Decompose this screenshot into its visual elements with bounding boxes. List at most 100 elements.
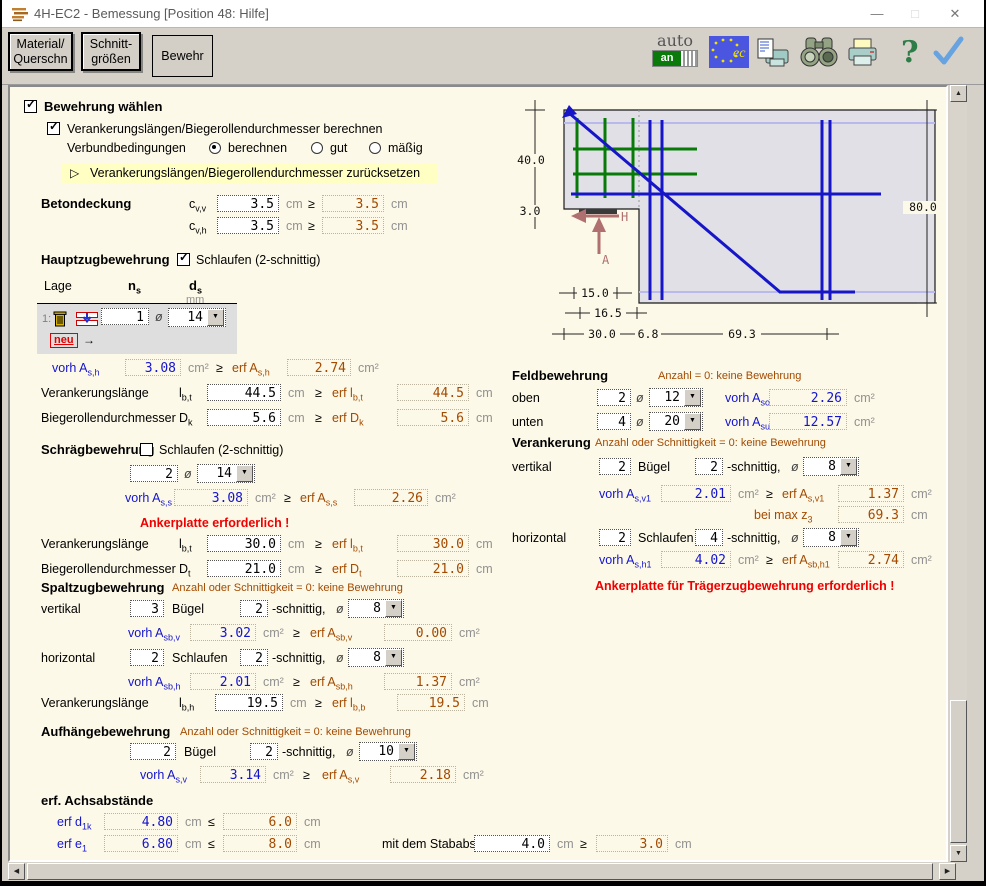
auto-state-switch[interactable]: an: [652, 50, 698, 67]
search-binoculars-button[interactable]: [798, 36, 840, 73]
radio-maessig[interactable]: [369, 142, 381, 154]
add-row-button[interactable]: neu: [50, 333, 78, 348]
dropdown-arrow-icon[interactable]: ▼: [398, 743, 415, 760]
eurocode-button[interactable]: ec: [709, 36, 749, 73]
aufhaenge-note: Anzahl oder Schnittigkeit = 0: keine Bew…: [180, 723, 411, 741]
vertical-scroll-thumb[interactable]: [950, 700, 967, 843]
lbh-symbol: lb,h: [179, 694, 194, 717]
hauptzug-schlaufen-checkbox[interactable]: [177, 253, 190, 266]
dropdown-arrow-icon[interactable]: ▼: [840, 529, 857, 546]
delete-row-icon[interactable]: [53, 310, 67, 327]
print-document-button[interactable]: [756, 38, 790, 73]
scroll-right-button[interactable]: ▶: [939, 863, 956, 880]
aufhaenge-d-dropdown[interactable]: 10 ▼: [359, 742, 417, 761]
vertical-scrollbar[interactable]: ▲ ▼: [950, 85, 967, 862]
tab-material-querschnitt[interactable]: Material/ Querschn: [8, 32, 73, 71]
insert-row-icon[interactable]: [76, 312, 98, 326]
confirm-button[interactable]: [932, 36, 964, 72]
unit-cm2: cm²: [738, 551, 759, 569]
e1-max-value: 8.0: [223, 835, 297, 852]
vorh-asv1-label: vorh As,v1: [599, 485, 651, 508]
spaltzug-h-k-input[interactable]: 2: [240, 649, 268, 666]
tab-schnittgroessen[interactable]: Schnitt- größen: [81, 32, 141, 71]
auto-toggle[interactable]: auto an: [652, 33, 698, 67]
aufhaenge-n-input[interactable]: 2: [130, 743, 176, 760]
erf-e1-label: erf e1: [57, 835, 87, 858]
lage-row-1: 1: 1 ø 14 ▼ neu →: [37, 304, 237, 354]
spaltzug-h-n-input[interactable]: 2: [130, 649, 164, 666]
horizontal-scrollbar[interactable]: ◀ ▶: [8, 863, 956, 880]
radio-gut-label: gut: [330, 139, 347, 157]
dropdown-arrow-icon[interactable]: ▼: [684, 389, 701, 406]
verankerung-v-d-dropdown[interactable]: 8 ▼: [803, 457, 859, 476]
unten-d-dropdown[interactable]: 20 ▼: [649, 412, 703, 431]
radio-gut[interactable]: [311, 142, 323, 154]
unten-n-input[interactable]: 4: [597, 413, 631, 430]
verankerung-h-d-dropdown[interactable]: 8 ▼: [803, 528, 859, 547]
spaltzug-vertikal-row: vertikal 3 Bügel 2 -schnittig, ø 8 ▼: [10, 600, 946, 618]
help-button[interactable]: ?: [898, 34, 922, 73]
oben-n-input[interactable]: 2: [597, 389, 631, 406]
main-panel: Bewehrung wählen Verankerungslängen/Bieg…: [8, 85, 948, 862]
vorh-asbv-value: 3.02: [190, 624, 256, 641]
ds-dropdown[interactable]: 14 ▼: [168, 308, 226, 327]
radio-berechnen-label: berechnen: [228, 139, 287, 157]
dh-input[interactable]: 4.0: [474, 835, 550, 852]
spaltzug-v-k-input[interactable]: 2: [240, 600, 268, 617]
verankerung-v-n-input[interactable]: 2: [599, 458, 631, 475]
spaltzug-v-d-dropdown[interactable]: 8 ▼: [348, 599, 404, 618]
dropdown-arrow-icon[interactable]: ▼: [385, 649, 402, 666]
unit-cm2: cm²: [273, 766, 294, 784]
dropdown-arrow-icon[interactable]: ▼: [840, 458, 857, 475]
unit-cm2: cm²: [911, 551, 932, 569]
cvh-input[interactable]: 3.5: [217, 217, 279, 234]
unit-cm: cm: [185, 813, 202, 831]
cvv-input[interactable]: 3.5: [217, 195, 279, 212]
window-title: 4H-EC2 - Bemessung [Position 48: Hilfe]: [34, 6, 269, 21]
maximize-button[interactable]: □: [900, 4, 930, 24]
tab-bewehrung[interactable]: Bewehr: [152, 35, 213, 77]
unit-cm: cm: [557, 835, 574, 853]
feld-unten-row: unten 4 ø 20 ▼ vorh Asu 12.57 cm²: [10, 413, 946, 431]
d1k-max-value: 6.0: [223, 813, 297, 830]
close-button[interactable]: ✕: [940, 4, 970, 24]
verankerung-h-k-input[interactable]: 4: [695, 529, 723, 546]
hauptzug-title: Hauptzugbewehrung: [41, 251, 170, 269]
window-edge-bottom: [0, 881, 986, 886]
bewehrung-waehlen-checkbox[interactable]: [24, 100, 37, 113]
dropdown-arrow-icon[interactable]: ▼: [207, 309, 224, 326]
vorh-asbv-label: vorh Asb,v: [128, 624, 180, 647]
radio-berechnen[interactable]: [209, 142, 221, 154]
erf-asbh-label: erf Asb,h: [310, 673, 353, 696]
scroll-up-button[interactable]: ▲: [950, 85, 967, 102]
achsabstand-row-2: erf e1 6.80 cm ≤ 8.0 cm mit dem Stababst…: [10, 835, 946, 853]
verankerung-v-k-input[interactable]: 2: [695, 458, 723, 475]
oben-d-dropdown[interactable]: 12 ▼: [649, 388, 703, 407]
verankerung-berechnen-checkbox[interactable]: [47, 122, 60, 135]
oben-d-value: 12: [651, 390, 684, 405]
spaltzug-h-d-dropdown[interactable]: 8 ▼: [348, 648, 404, 667]
erf-asbv-value: 0.00: [384, 624, 452, 641]
dropdown-arrow-icon[interactable]: ▼: [684, 413, 701, 430]
aufhaenge-k-input[interactable]: 2: [250, 743, 278, 760]
reset-button-label: Verankerungslängen/Biegerollendurchmesse…: [90, 164, 420, 182]
ge-symbol: ≥: [293, 673, 300, 691]
ns-input[interactable]: 1: [101, 308, 149, 325]
dropdown-arrow-icon[interactable]: ▼: [385, 600, 402, 617]
unit-cm2: cm²: [738, 485, 759, 503]
scroll-left-button[interactable]: ◀: [8, 863, 25, 880]
schnittig-label: -schnittig,: [727, 529, 781, 547]
horizontal-scroll-thumb[interactable]: [27, 863, 933, 880]
diameter-symbol: ø: [155, 308, 163, 326]
tab-label: Querschn: [13, 52, 67, 67]
spaltzug-v-n-input[interactable]: 3: [130, 600, 164, 617]
lbh-input[interactable]: 19.5: [215, 694, 283, 711]
verankerung-h-n-input[interactable]: 2: [599, 529, 631, 546]
bei-max-z3-row: bei max z3 69.3 cm: [10, 506, 946, 524]
reset-button[interactable]: ▷ Verankerungslängen/Biegerollendurchmes…: [62, 163, 437, 183]
print-button[interactable]: [846, 38, 880, 72]
unit-cm2: cm²: [463, 766, 484, 784]
scroll-down-button[interactable]: ▼: [950, 845, 967, 862]
ge-symbol: ≥: [308, 195, 315, 213]
minimize-button[interactable]: —: [862, 4, 892, 24]
